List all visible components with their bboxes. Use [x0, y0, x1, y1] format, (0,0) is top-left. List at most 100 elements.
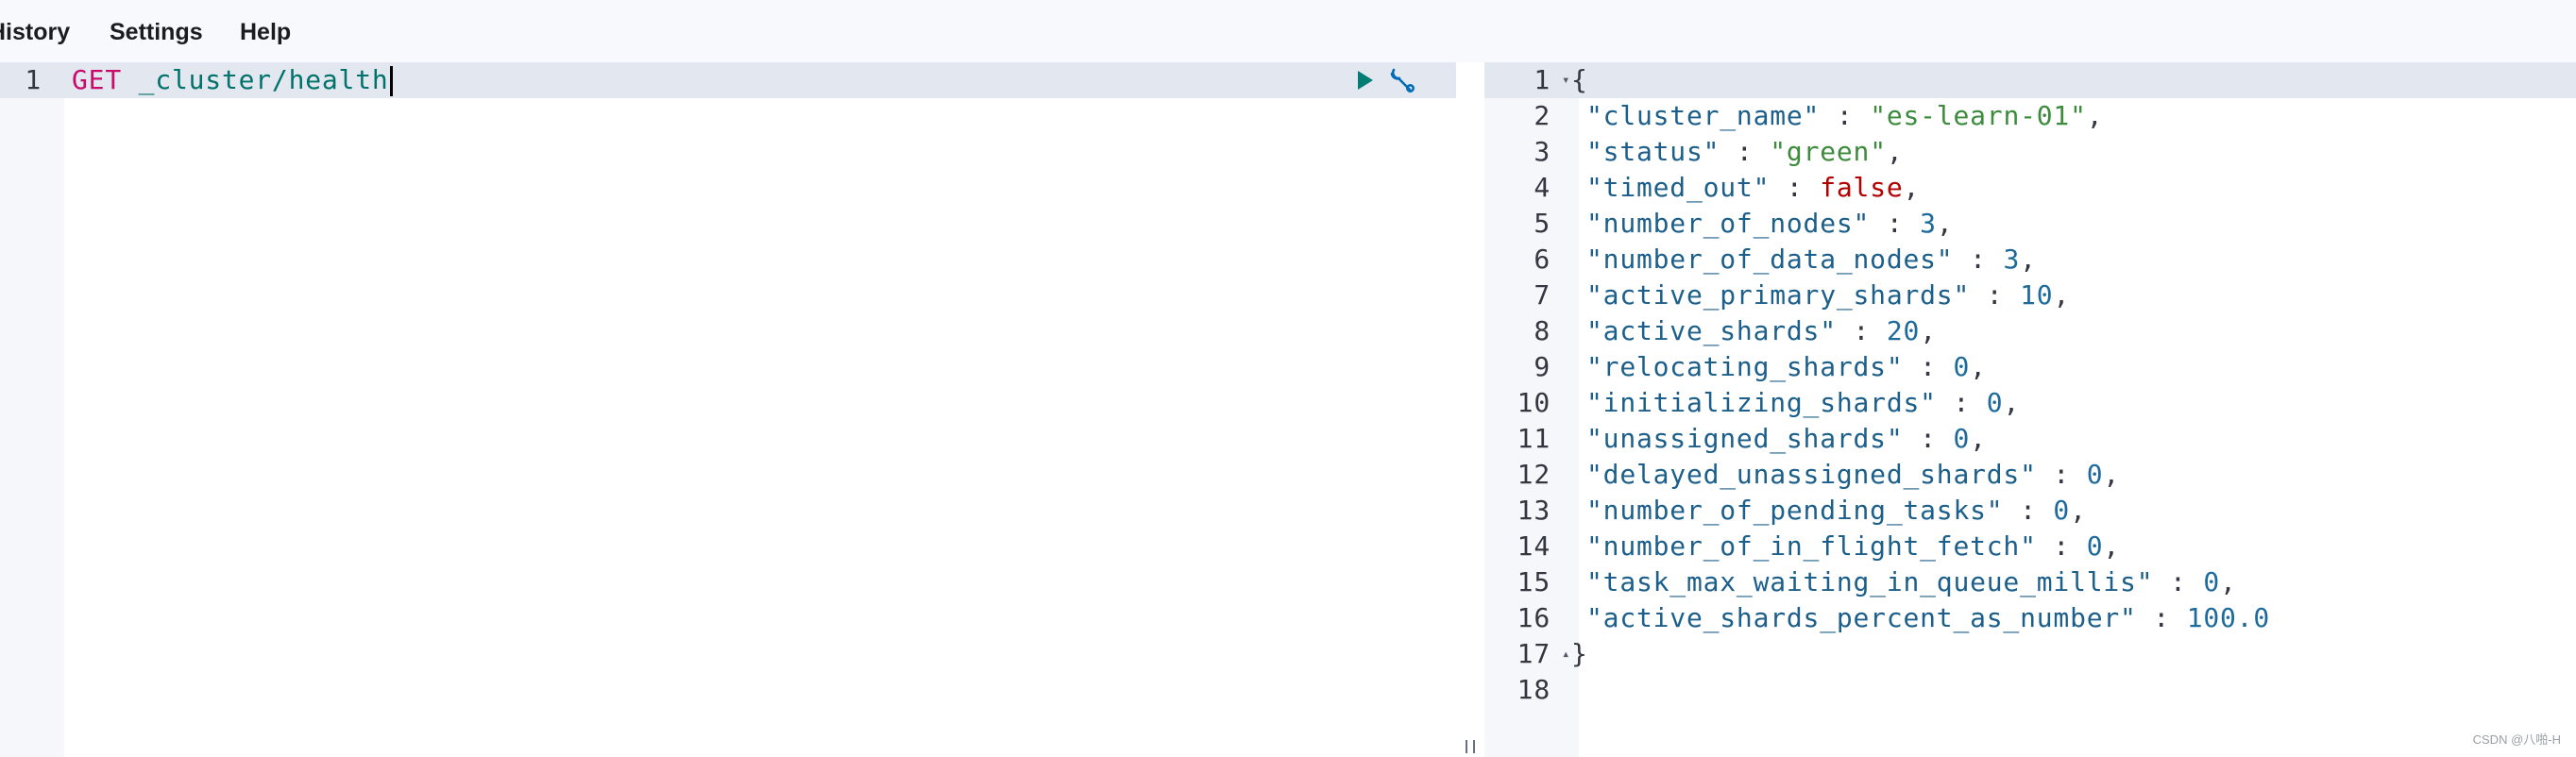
line-number: 11 [1517, 423, 1551, 454]
pane-resizer[interactable] [1456, 62, 1484, 757]
response-line: 8 "active_shards" : 20, [1484, 313, 2576, 349]
menu-help[interactable]: Help [240, 17, 291, 47]
json-field: "number_of_data_nodes" : 3, [1586, 244, 2037, 275]
line-number: 14 [1517, 530, 1551, 562]
json-value: false [1820, 172, 1904, 203]
json-key: "number_of_nodes" [1586, 208, 1871, 239]
json-value: 0 [1953, 351, 1971, 382]
json-field: "initializing_shards" : 0, [1586, 387, 2021, 418]
json-key: "number_of_in_flight_fetch" [1586, 530, 2037, 562]
json-key: "status" [1586, 136, 1720, 167]
json-key: "number_of_data_nodes" [1586, 244, 1954, 275]
json-key: "unassigned_shards" [1586, 423, 1904, 454]
response-line: 17 ▴} [1484, 636, 2576, 672]
json-value: 3 [2003, 244, 2021, 275]
menu-bar: History Settings Help [0, 0, 2576, 62]
json-value: 20 [1886, 315, 1921, 346]
response-line: 7 "active_primary_shards" : 10, [1484, 278, 2576, 313]
line-number: 18 [1517, 674, 1551, 705]
line-number: 5 [1534, 208, 1551, 239]
json-key: "active_shards" [1586, 315, 1837, 346]
json-field: "relocating_shards" : 0, [1586, 351, 1987, 382]
menu-history[interactable]: History [0, 17, 70, 47]
response-line: 10 "initializing_shards" : 0, [1484, 385, 2576, 421]
json-field: "status" : "green", [1586, 136, 1904, 167]
line-number: 12 [1517, 459, 1551, 490]
json-field: "delayed_unassigned_shards" : 0, [1586, 459, 2121, 490]
request-editor[interactable]: 1 GET _cluster/health [0, 62, 1456, 757]
json-field: "active_shards_percent_as_number" : 100.… [1586, 602, 2270, 633]
line-number: 7 [1534, 279, 1551, 311]
request-path: _cluster/health [138, 64, 389, 95]
json-key: "active_shards_percent_as_number" [1586, 602, 2137, 633]
response-line: 15 "task_max_waiting_in_queue_millis" : 0… [1484, 564, 2576, 600]
response-line: 18 [1484, 672, 2576, 708]
response-line: 6 "number_of_data_nodes" : 3, [1484, 242, 2576, 278]
close-brace: } [1571, 638, 1588, 669]
request-method: GET [72, 64, 122, 95]
line-number: 2 [1534, 100, 1551, 131]
wrench-icon [1390, 68, 1415, 93]
json-value: 0 [2203, 566, 2221, 597]
line-number: 1 [1534, 64, 1551, 95]
fold-collapse-icon[interactable]: ▾ [1562, 62, 1570, 98]
json-value: 0 [2053, 495, 2071, 526]
response-line: 11 "unassigned_shards" : 0, [1484, 421, 2576, 457]
json-value: 100.0 [2186, 602, 2270, 633]
request-code[interactable]: 1 GET _cluster/health [0, 62, 1456, 98]
line-number: 15 [1517, 566, 1551, 597]
response-line: 14 "number_of_in_flight_fetch" : 0, [1484, 529, 2576, 564]
request-options-button[interactable] [1386, 64, 1418, 96]
line-number: 6 [1534, 244, 1551, 275]
json-field: "cluster_name" : "es-learn-01", [1586, 100, 2104, 131]
json-field: "unassigned_shards" : 0, [1586, 423, 1987, 454]
json-key: "active_primary_shards" [1586, 279, 1971, 311]
request-line[interactable]: 1 GET _cluster/health [0, 62, 1456, 98]
json-value: "es-learn-01" [1870, 100, 2087, 131]
json-key: "cluster_name" [1586, 100, 1821, 131]
menu-settings[interactable]: Settings [110, 17, 203, 47]
resize-grip-icon [1466, 740, 1475, 753]
response-line: 5 "number_of_nodes" : 3, [1484, 206, 2576, 242]
line-number: 13 [1517, 495, 1551, 526]
json-key: "timed_out" [1586, 172, 1771, 203]
json-field: "active_primary_shards" : 10, [1586, 279, 2071, 311]
response-line: 9 "relocating_shards" : 0, [1484, 349, 2576, 385]
send-request-button[interactable] [1348, 64, 1381, 96]
line-number: 9 [1534, 351, 1551, 382]
json-field: "number_of_pending_tasks" : 0, [1586, 495, 2087, 526]
response-line: 4 "timed_out" : false, [1484, 170, 2576, 206]
response-line: 3 "status" : "green", [1484, 134, 2576, 170]
line-number: 16 [1517, 602, 1551, 633]
json-key: "number_of_pending_tasks" [1586, 495, 2004, 526]
json-value: 3 [1920, 208, 1937, 239]
line-number: 4 [1534, 172, 1551, 203]
json-value: 0 [2086, 459, 2104, 490]
json-field: "active_shards" : 20, [1586, 315, 1937, 346]
response-line: 16 "active_shards_percent_as_number" : 10… [1484, 600, 2576, 636]
line-number: 10 [1517, 387, 1551, 418]
json-field: "timed_out" : false, [1586, 172, 1921, 203]
json-field: "number_of_in_flight_fetch" : 0, [1586, 530, 2121, 562]
response-line: 2 "cluster_name" : "es-learn-01", [1484, 98, 2576, 134]
json-value: "green" [1770, 136, 1887, 167]
response-line: 1 ▾{ [1484, 62, 2576, 98]
json-field: "number_of_nodes" : 3, [1586, 208, 1954, 239]
json-value: 0 [1953, 423, 1971, 454]
response-line: 13 "number_of_pending_tasks" : 0, [1484, 493, 2576, 529]
json-value: 0 [2086, 530, 2104, 562]
json-key: "delayed_unassigned_shards" [1586, 459, 2037, 490]
json-value: 10 [2020, 279, 2054, 311]
json-key: "relocating_shards" [1586, 351, 1904, 382]
line-number: 1 [25, 64, 42, 95]
play-icon [1358, 71, 1373, 90]
text-cursor [389, 66, 393, 96]
line-number: 3 [1534, 136, 1551, 167]
response-viewer: 1 ▾{2 "cluster_name" : "es-learn-01", 3 "sta… [1484, 62, 2576, 757]
line-number: 17 [1517, 638, 1551, 669]
fold-expand-icon[interactable]: ▴ [1562, 636, 1570, 672]
json-key: "task_max_waiting_in_queue_millis" [1586, 566, 2154, 597]
json-value: 0 [1986, 387, 2004, 418]
watermark: CSDN @八啪-H [2472, 732, 2561, 747]
open-brace: { [1571, 64, 1588, 95]
